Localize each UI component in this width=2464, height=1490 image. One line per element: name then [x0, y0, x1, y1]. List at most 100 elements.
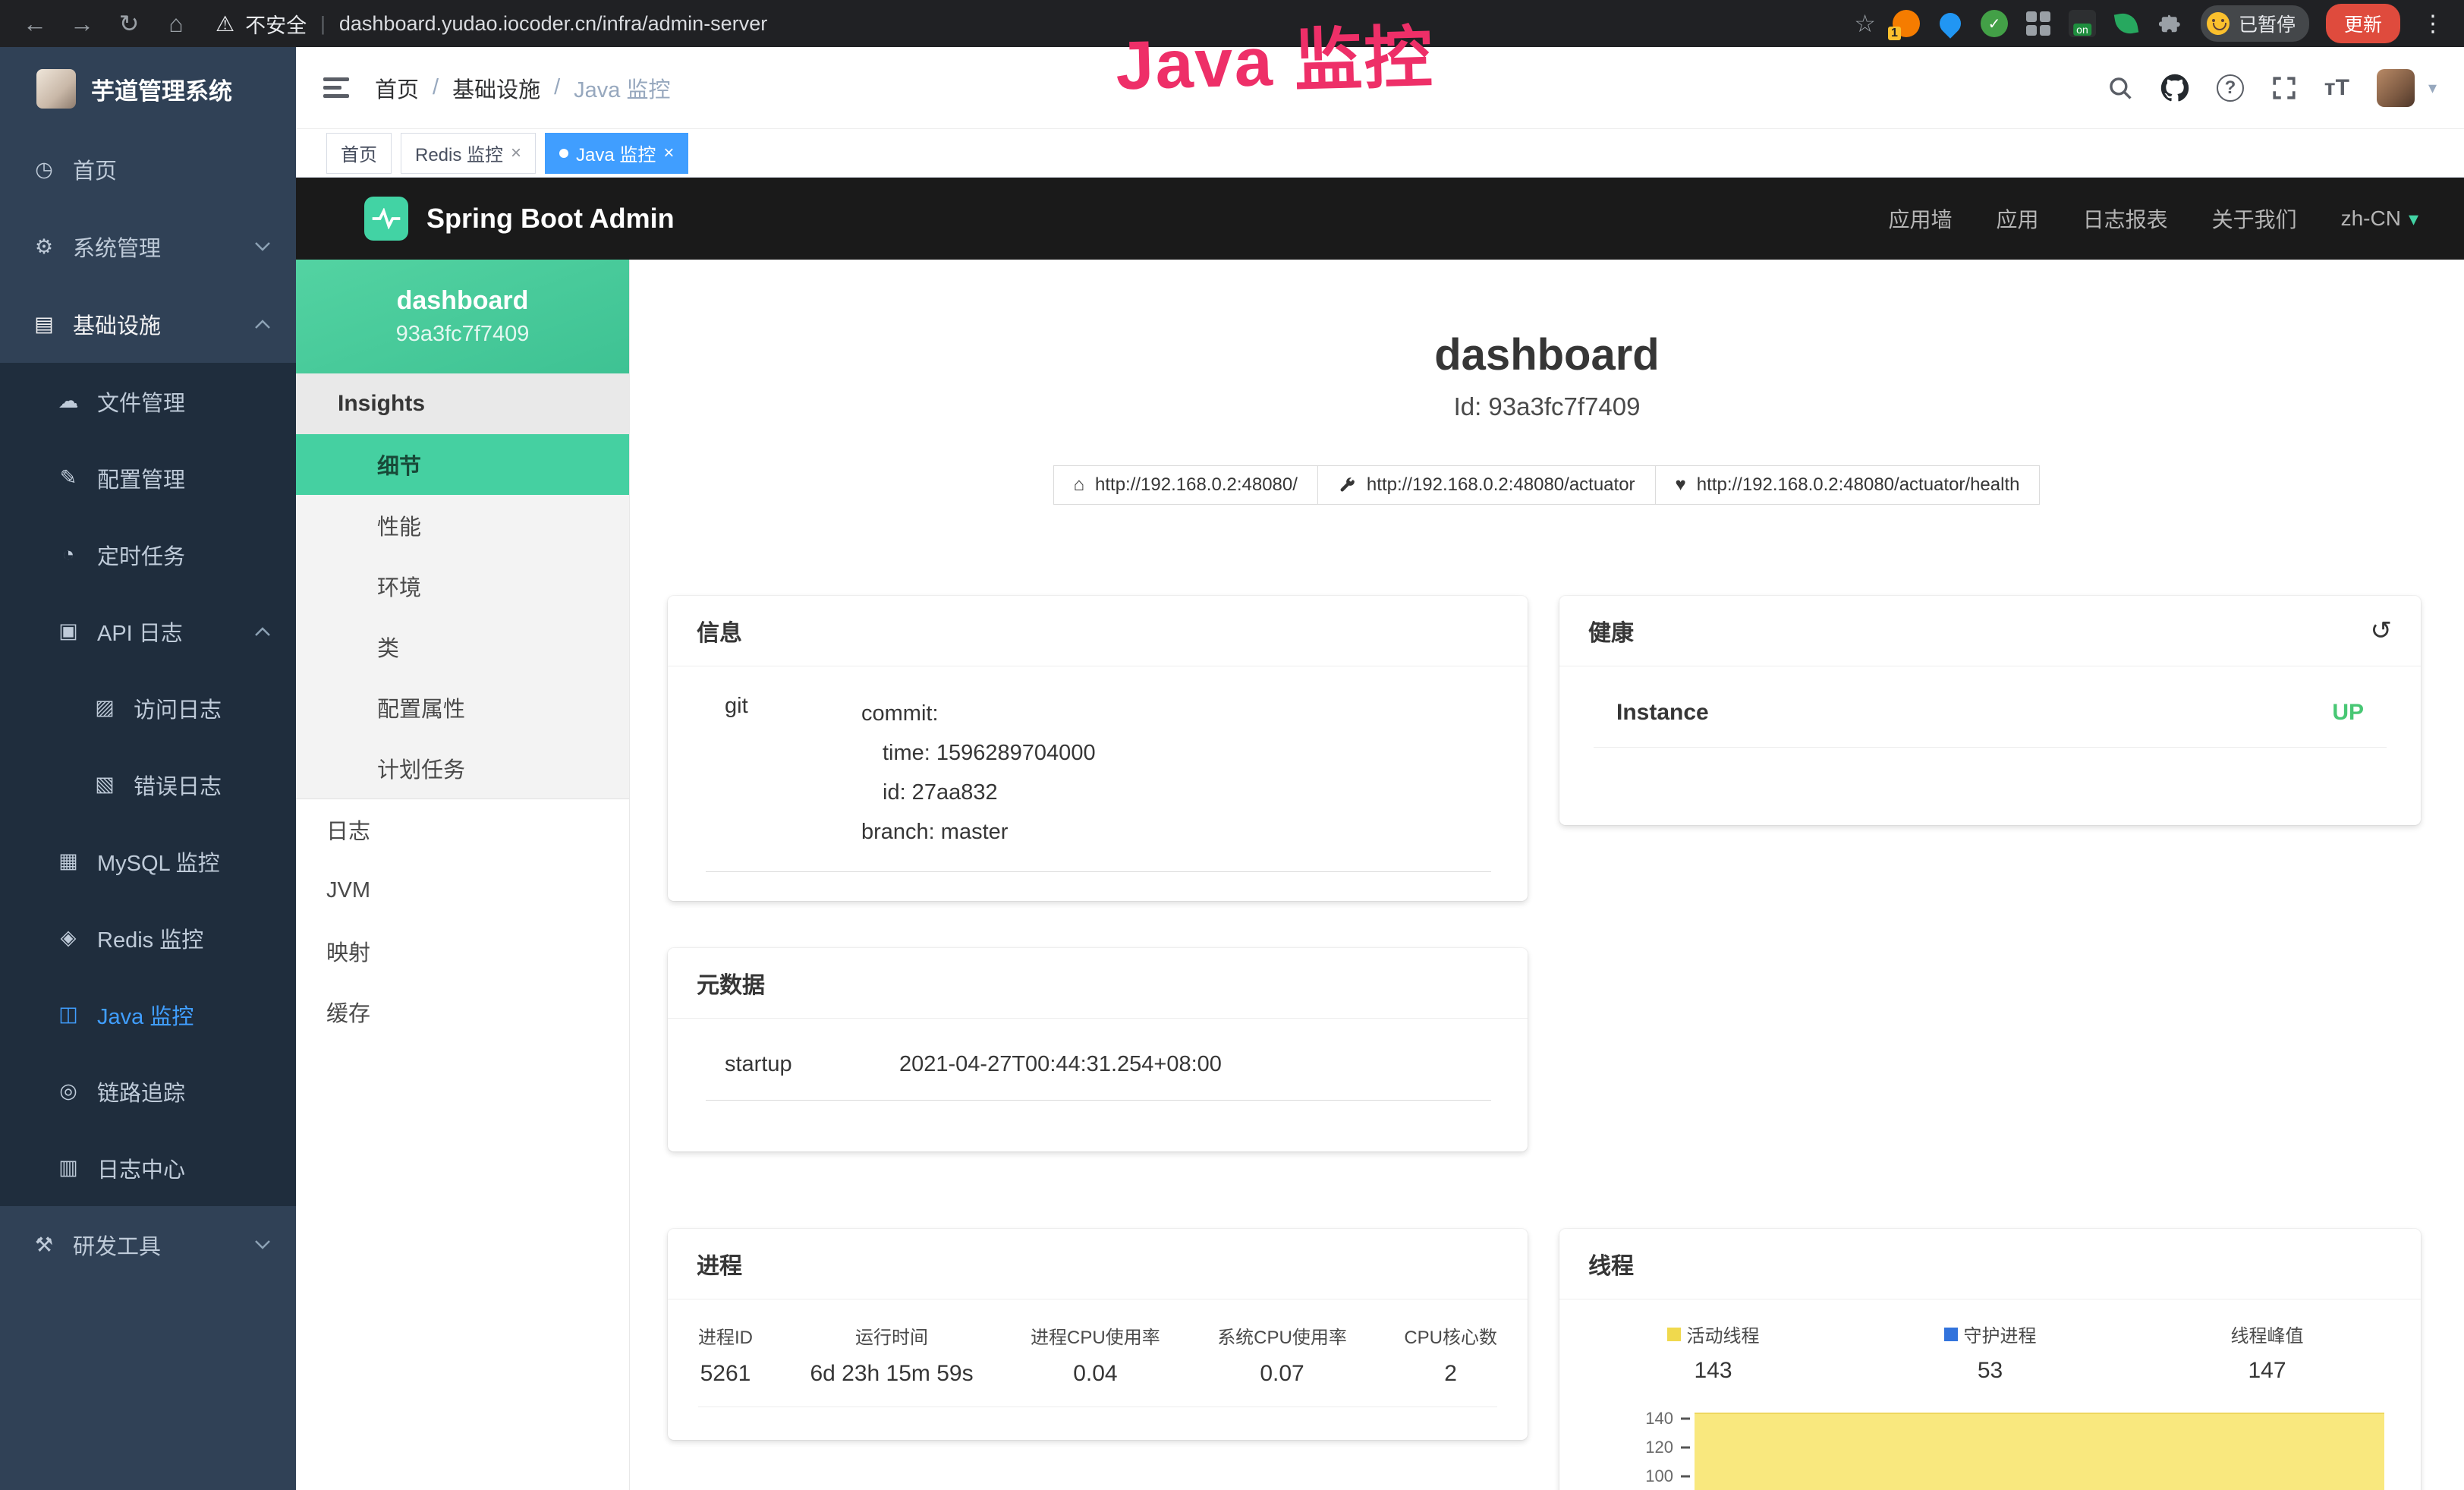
history-icon[interactable]: ↺	[2371, 616, 2393, 646]
browser-forward-icon[interactable]: →	[62, 10, 102, 38]
browser-reload-icon[interactable]: ↻	[109, 9, 149, 38]
process-value: 0.07	[1217, 1361, 1347, 1387]
sidebar-item-redis-monitor[interactable]: ◈ Redis 监控	[0, 899, 296, 976]
card-title: 元数据	[697, 966, 765, 1000]
access-log-icon: ▨	[91, 696, 118, 720]
info-line: id: 27aa832	[861, 773, 1096, 812]
app-logo[interactable]: 芋道管理系统	[0, 47, 296, 131]
process-column: CPU核心数 2	[1404, 1322, 1497, 1387]
sidebar-item-log-center[interactable]: ▥ 日志中心	[0, 1129, 296, 1206]
font-size-icon[interactable]: тT	[2324, 75, 2349, 101]
process-card: 进程 进程ID 5261	[668, 1229, 1528, 1440]
close-icon[interactable]: ×	[663, 143, 674, 164]
extension-green-check-icon[interactable]: ✓	[1981, 10, 2008, 37]
service-url-link[interactable]: ⌂ http://192.168.0.2:48080/	[1053, 465, 1318, 505]
close-icon[interactable]: ×	[511, 143, 521, 164]
metadata-value: 2021-04-27T00:44:31.254+08:00	[899, 1052, 1222, 1077]
sidebar-item-config-management[interactable]: ✎ 配置管理	[0, 439, 296, 516]
sidebar-item-dev-tools[interactable]: ⚒ 研发工具	[0, 1206, 296, 1284]
browser-back-icon[interactable]: ←	[15, 10, 55, 38]
card-title: 进程	[697, 1247, 742, 1281]
sba-item-details[interactable]: 细节	[296, 434, 629, 495]
grid-icon	[2026, 11, 2050, 36]
health-url-link[interactable]: ♥ http://192.168.0.2:48080/actuator/heal…	[1655, 465, 2041, 505]
extension-leaf-icon[interactable]	[2113, 10, 2140, 37]
browser-chrome: ← → ↻ ⌂ ⚠ 不安全 | dashboard.yudao.iocoder.…	[0, 0, 2464, 47]
sba-nav-applications[interactable]: 应用	[1997, 203, 2039, 234]
extension-grid-icon[interactable]	[2025, 10, 2052, 37]
breadcrumb-home[interactable]: 首页	[375, 72, 419, 104]
sba-nav-about[interactable]: 关于我们	[2212, 203, 2297, 234]
tools-icon: ⚒	[30, 1233, 58, 1257]
sba-item-logfile[interactable]: 日志	[296, 799, 629, 860]
tags-view: 首页 Redis 监控 × Java 监控 ×	[296, 129, 2464, 178]
sidebar-item-label: 错误日志	[134, 769, 222, 801]
sidebar-item-file-management[interactable]: ☁ 文件管理	[0, 363, 296, 439]
extension-orange-icon[interactable]: 1	[1893, 10, 1920, 37]
sidebar-item-link-trace[interactable]: ◎ 链路追踪	[0, 1053, 296, 1129]
infrastructure-icon: ▤	[30, 313, 58, 336]
info-line: branch: master	[861, 812, 1096, 852]
tag-home[interactable]: 首页	[326, 133, 392, 174]
sba-nav-wallboard[interactable]: 应用墙	[1889, 203, 1953, 234]
sba-language-select[interactable]: zh-CN ▾	[2341, 206, 2418, 231]
breadcrumb-current: Java 监控	[574, 72, 670, 104]
sba-item-classes[interactable]: 类	[296, 616, 629, 677]
metadata-card: 元数据 startup 2021-04-27T00:44:31.254+08:0…	[668, 948, 1528, 1151]
database-icon: ▦	[55, 849, 82, 873]
cards-area: 信息 git commit: time: 1596289704000 id: 2…	[630, 596, 2464, 1490]
sba-item-caches[interactable]: 缓存	[296, 981, 629, 1042]
sidebar-item-label: 文件管理	[97, 386, 185, 417]
tag-java-monitor[interactable]: Java 监控 ×	[545, 133, 688, 174]
health-card-header: 健康 ↺	[1559, 596, 2421, 666]
sba-item-jvm[interactable]: JVM	[296, 860, 629, 921]
browser-menu-icon[interactable]: ⋮	[2417, 11, 2449, 37]
sba-item-scheduled-tasks[interactable]: 计划任务	[296, 738, 629, 799]
sidebar-item-home[interactable]: ◷ 首页	[0, 131, 296, 208]
help-icon[interactable]: ?	[2217, 74, 2244, 102]
sba-item-metrics[interactable]: 性能	[296, 495, 629, 556]
sidebar-item-infrastructure[interactable]: ▤ 基础设施	[0, 285, 296, 363]
sidebar-item-mysql-monitor[interactable]: ▦ MySQL 监控	[0, 823, 296, 899]
search-icon[interactable]	[2107, 75, 2133, 101]
active-dot	[559, 149, 568, 158]
sidebar-item-api-log[interactable]: ▣ API 日志	[0, 593, 296, 669]
github-icon[interactable]	[2160, 74, 2189, 102]
profile-paused-pill[interactable]: 已暂停	[2201, 5, 2309, 42]
sba-nav-journal[interactable]: 日志报表	[2083, 203, 2168, 234]
extension-switch-icon[interactable]: on	[2069, 10, 2096, 37]
sba-item-configprops[interactable]: 配置属性	[296, 677, 629, 738]
address-bar[interactable]: ⚠ 不安全 | dashboard.yudao.iocoder.cn/infra…	[216, 9, 1846, 39]
process-card-body: 进程ID 5261 运行时间 6d 23h 15m 59s	[668, 1299, 1528, 1407]
process-header: 运行时间	[810, 1322, 973, 1349]
instance-header[interactable]: dashboard 93a3fc7f7409	[296, 260, 629, 373]
sba-brand[interactable]: Spring Boot Admin	[364, 197, 675, 241]
sidebar-item-java-monitor[interactable]: ◫ Java 监控	[0, 976, 296, 1053]
actuator-url-link[interactable]: http://192.168.0.2:48080/actuator	[1317, 465, 1656, 505]
sba-item-mappings[interactable]: 映射	[296, 921, 629, 981]
bookmark-star-icon[interactable]: ☆	[1854, 9, 1876, 38]
fullscreen-icon[interactable]	[2271, 75, 2297, 101]
on-badge: on	[2073, 24, 2091, 36]
sidebar-item-scheduled-jobs[interactable]: ◔ 定时任务	[0, 516, 296, 593]
user-avatar[interactable]	[2377, 69, 2415, 107]
process-table: 进程ID 5261 运行时间 6d 23h 15m 59s	[698, 1322, 1497, 1407]
sidebar-item-system[interactable]: ⚙ 系统管理	[0, 208, 296, 285]
sidebar-item-label: 访问日志	[134, 692, 222, 724]
breadcrumb: 首页 / 基础设施 / Java 监控	[375, 72, 670, 104]
sidebar-item-label: 配置管理	[97, 462, 185, 494]
hamburger-icon[interactable]	[323, 76, 352, 100]
cards-column-left: 信息 git commit: time: 1596289704000 id: 2…	[668, 596, 1528, 1440]
breadcrumb-infrastructure[interactable]: 基础设施	[452, 72, 540, 104]
trace-icon: ◎	[55, 1079, 82, 1103]
sidebar-item-error-log[interactable]: ▧ 错误日志	[0, 746, 296, 823]
tag-redis-monitor[interactable]: Redis 监控 ×	[401, 133, 536, 174]
sba-item-environment[interactable]: 环境	[296, 556, 629, 616]
browser-home-icon[interactable]: ⌂	[156, 10, 196, 38]
y-axis-tick-label: 140	[1582, 1409, 1673, 1429]
extension-drop-icon[interactable]	[1937, 10, 1964, 37]
browser-update-button[interactable]: 更新	[2326, 4, 2400, 43]
sidebar-item-label: Redis 监控	[97, 922, 203, 954]
extensions-puzzle-icon[interactable]	[2157, 10, 2184, 37]
sidebar-item-access-log[interactable]: ▨ 访问日志	[0, 669, 296, 746]
